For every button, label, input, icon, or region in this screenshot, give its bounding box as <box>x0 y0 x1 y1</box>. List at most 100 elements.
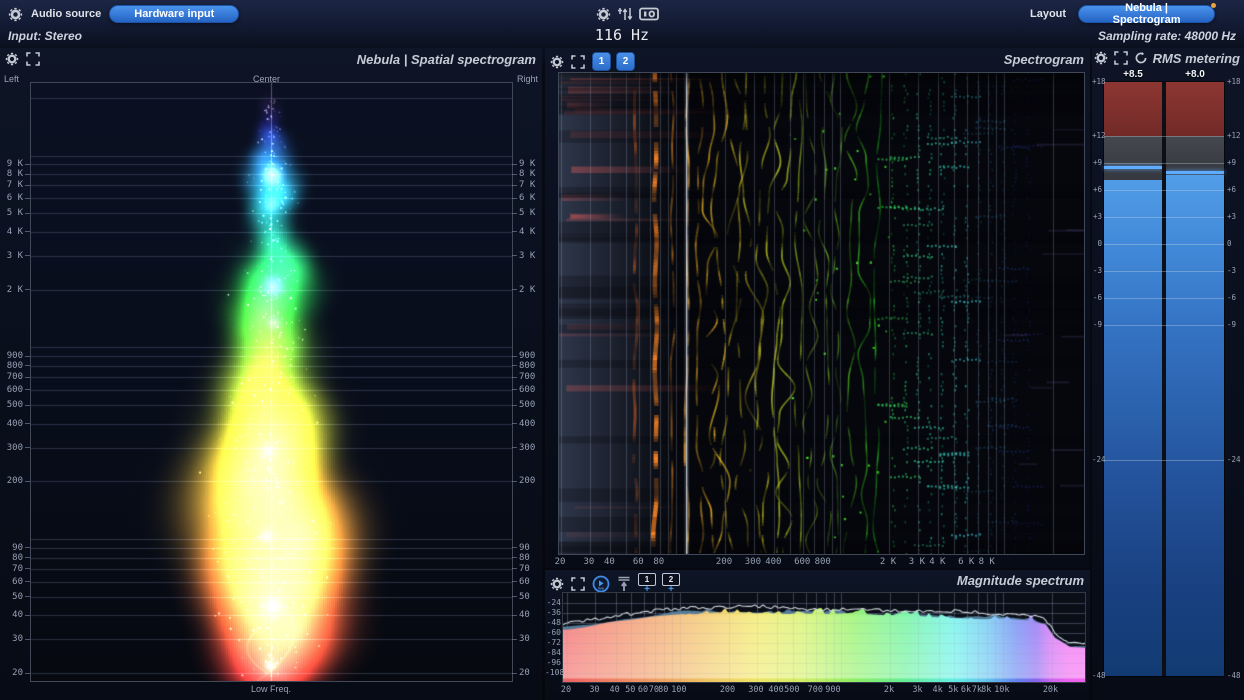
live-mode-button[interactable]: live <box>592 575 610 593</box>
tick-text: 2 K <box>6 284 23 295</box>
fullscreen-icon[interactable] <box>571 576 585 591</box>
scale-tick-right: -6 <box>1227 293 1237 302</box>
spectrogram-canvas <box>559 73 1084 554</box>
top-bar: Audio source Hardware input Layout Nebul… <box>0 0 1244 28</box>
freq-tick-label-right: 30 <box>512 634 542 644</box>
input-info: Input: Stereo <box>8 29 82 43</box>
fullscreen-icon[interactable] <box>571 54 585 69</box>
spatial-spectrogram-plot[interactable] <box>30 82 513 682</box>
tick-text: 200 <box>6 476 23 487</box>
meter-gridline <box>1104 460 1224 461</box>
tick-text: 8 K <box>6 169 23 180</box>
freq-tick-label-right: 800 <box>512 361 542 371</box>
freq-tick-label-right: 9 K <box>512 159 542 170</box>
db-tick-label: -24 <box>546 598 561 607</box>
gear-icon[interactable] <box>5 52 19 66</box>
tick-text: 400 <box>6 418 23 429</box>
notification-dot <box>1211 3 1217 8</box>
gear-icon[interactable] <box>8 7 23 22</box>
freq-tick-label-right: 8 K <box>512 169 542 179</box>
layout-preset-button[interactable]: Nebula | Spectrogram <box>1078 2 1217 26</box>
freq-tick-label-left: 300 <box>0 443 30 453</box>
scale-tick-right: +9 <box>1227 158 1237 167</box>
tick-text: 400 <box>519 418 536 429</box>
gear-icon[interactable] <box>596 7 611 22</box>
scale-tick-left: 0 <box>1097 239 1102 248</box>
tick-text: 6 K <box>519 193 536 204</box>
db-tick-label: -96 <box>546 658 561 667</box>
magnitude-slot-2[interactable]: 2 + <box>662 573 680 595</box>
scroll-to-top-icon[interactable] <box>617 576 631 592</box>
tick-text: 9 K <box>519 159 536 170</box>
rms-panel-toolbar <box>1094 51 1148 65</box>
tick-text: 700 <box>519 372 536 382</box>
db-tick-label: -60 <box>546 628 561 637</box>
freq-tick-label-right: 7 K <box>512 180 542 191</box>
freq-tick-label: 900 <box>825 685 841 695</box>
spectrogram-slot-2[interactable]: 2 <box>616 52 635 71</box>
meter-bar-l <box>1104 82 1162 676</box>
scale-tick-left: -3 <box>1092 266 1102 275</box>
freq-tick-label: 10k <box>994 685 1010 695</box>
gear-icon[interactable] <box>550 55 564 69</box>
gear-icon[interactable] <box>1094 51 1108 65</box>
scale-tick-right: +6 <box>1227 185 1237 194</box>
tick-mark <box>25 557 30 559</box>
fullscreen-icon[interactable] <box>1114 51 1128 65</box>
magnitude-spectrum-plot[interactable] <box>562 592 1086 683</box>
tick-text: 300 <box>519 442 536 453</box>
tick-mark <box>25 289 30 291</box>
meter-value-r: +8.0 <box>1185 69 1205 80</box>
scale-tick-right: -48 <box>1227 671 1241 680</box>
scale-tick-left: +9 <box>1092 158 1102 167</box>
tick-text: 60 <box>12 576 23 587</box>
tick-text: 80 <box>519 552 530 563</box>
reset-meters-icon[interactable] <box>1134 51 1148 65</box>
low-freq-label: Low Freq. <box>250 684 292 694</box>
magnitude-slot-1[interactable]: 1 + <box>638 573 656 595</box>
freq-tick-label-right: 300 <box>512 442 542 453</box>
tick-text: 40 <box>12 610 23 621</box>
tick-text: 7 K <box>6 180 23 191</box>
tick-text: 5 K <box>519 208 536 219</box>
tick-text: 70 <box>519 563 530 574</box>
freq-tick-label-left: 40 <box>0 610 30 621</box>
spectrogram-plot[interactable] <box>558 72 1085 555</box>
freq-tick-label-left: 50 <box>0 592 30 602</box>
tick-text: 7 K <box>519 180 536 191</box>
fullscreen-icon[interactable] <box>26 52 40 66</box>
freq-tick-label-right: 60 <box>512 577 542 587</box>
sliders-icon[interactable] <box>617 7 633 21</box>
tick-mark <box>25 638 30 640</box>
freq-tick-label-right: 4 K <box>512 227 542 237</box>
tick-text: 90 <box>12 542 23 553</box>
db-tick-label: -72 <box>546 638 561 647</box>
io-routing-icon[interactable] <box>639 7 659 21</box>
tick-text: 3 K <box>519 250 536 261</box>
spectrogram-slot-1[interactable]: 1 <box>592 52 611 71</box>
freq-tick-label-left: 70 <box>0 564 30 574</box>
tick-mark <box>25 365 30 367</box>
layout-preset-label: Nebula | Spectrogram <box>1112 2 1181 26</box>
tick-mark <box>25 163 30 165</box>
tick-text: 9 K <box>6 159 23 170</box>
spatial-panel-title: Nebula | Spatial spectrogram <box>356 52 536 67</box>
freq-tick-label-left: 2 K <box>0 284 30 295</box>
layout-group: Layout Nebula | Spectrogram <box>1030 0 1217 28</box>
freq-tick-label: 8 K <box>978 557 995 567</box>
tick-text: 6 K <box>6 193 23 204</box>
tick-text: 90 <box>519 542 530 553</box>
scale-tick-right: 0 <box>1227 239 1232 248</box>
rms-panel-title: RMS metering <box>1152 51 1240 66</box>
freq-tick-label: 800 <box>814 557 831 567</box>
hardware-input-button[interactable]: Hardware input <box>109 5 240 23</box>
meter-gridline <box>1104 217 1224 218</box>
live-label: live <box>598 585 605 590</box>
freq-tick-label-right: 500 <box>512 400 542 410</box>
gear-icon[interactable] <box>550 577 564 591</box>
tick-mark <box>25 255 30 257</box>
freq-tick-label-right: 200 <box>512 476 542 486</box>
freq-tick-label-left: 7 K <box>0 180 30 191</box>
tick-text: 4 K <box>6 226 23 237</box>
freq-tick-label-left: 90 <box>0 542 30 553</box>
